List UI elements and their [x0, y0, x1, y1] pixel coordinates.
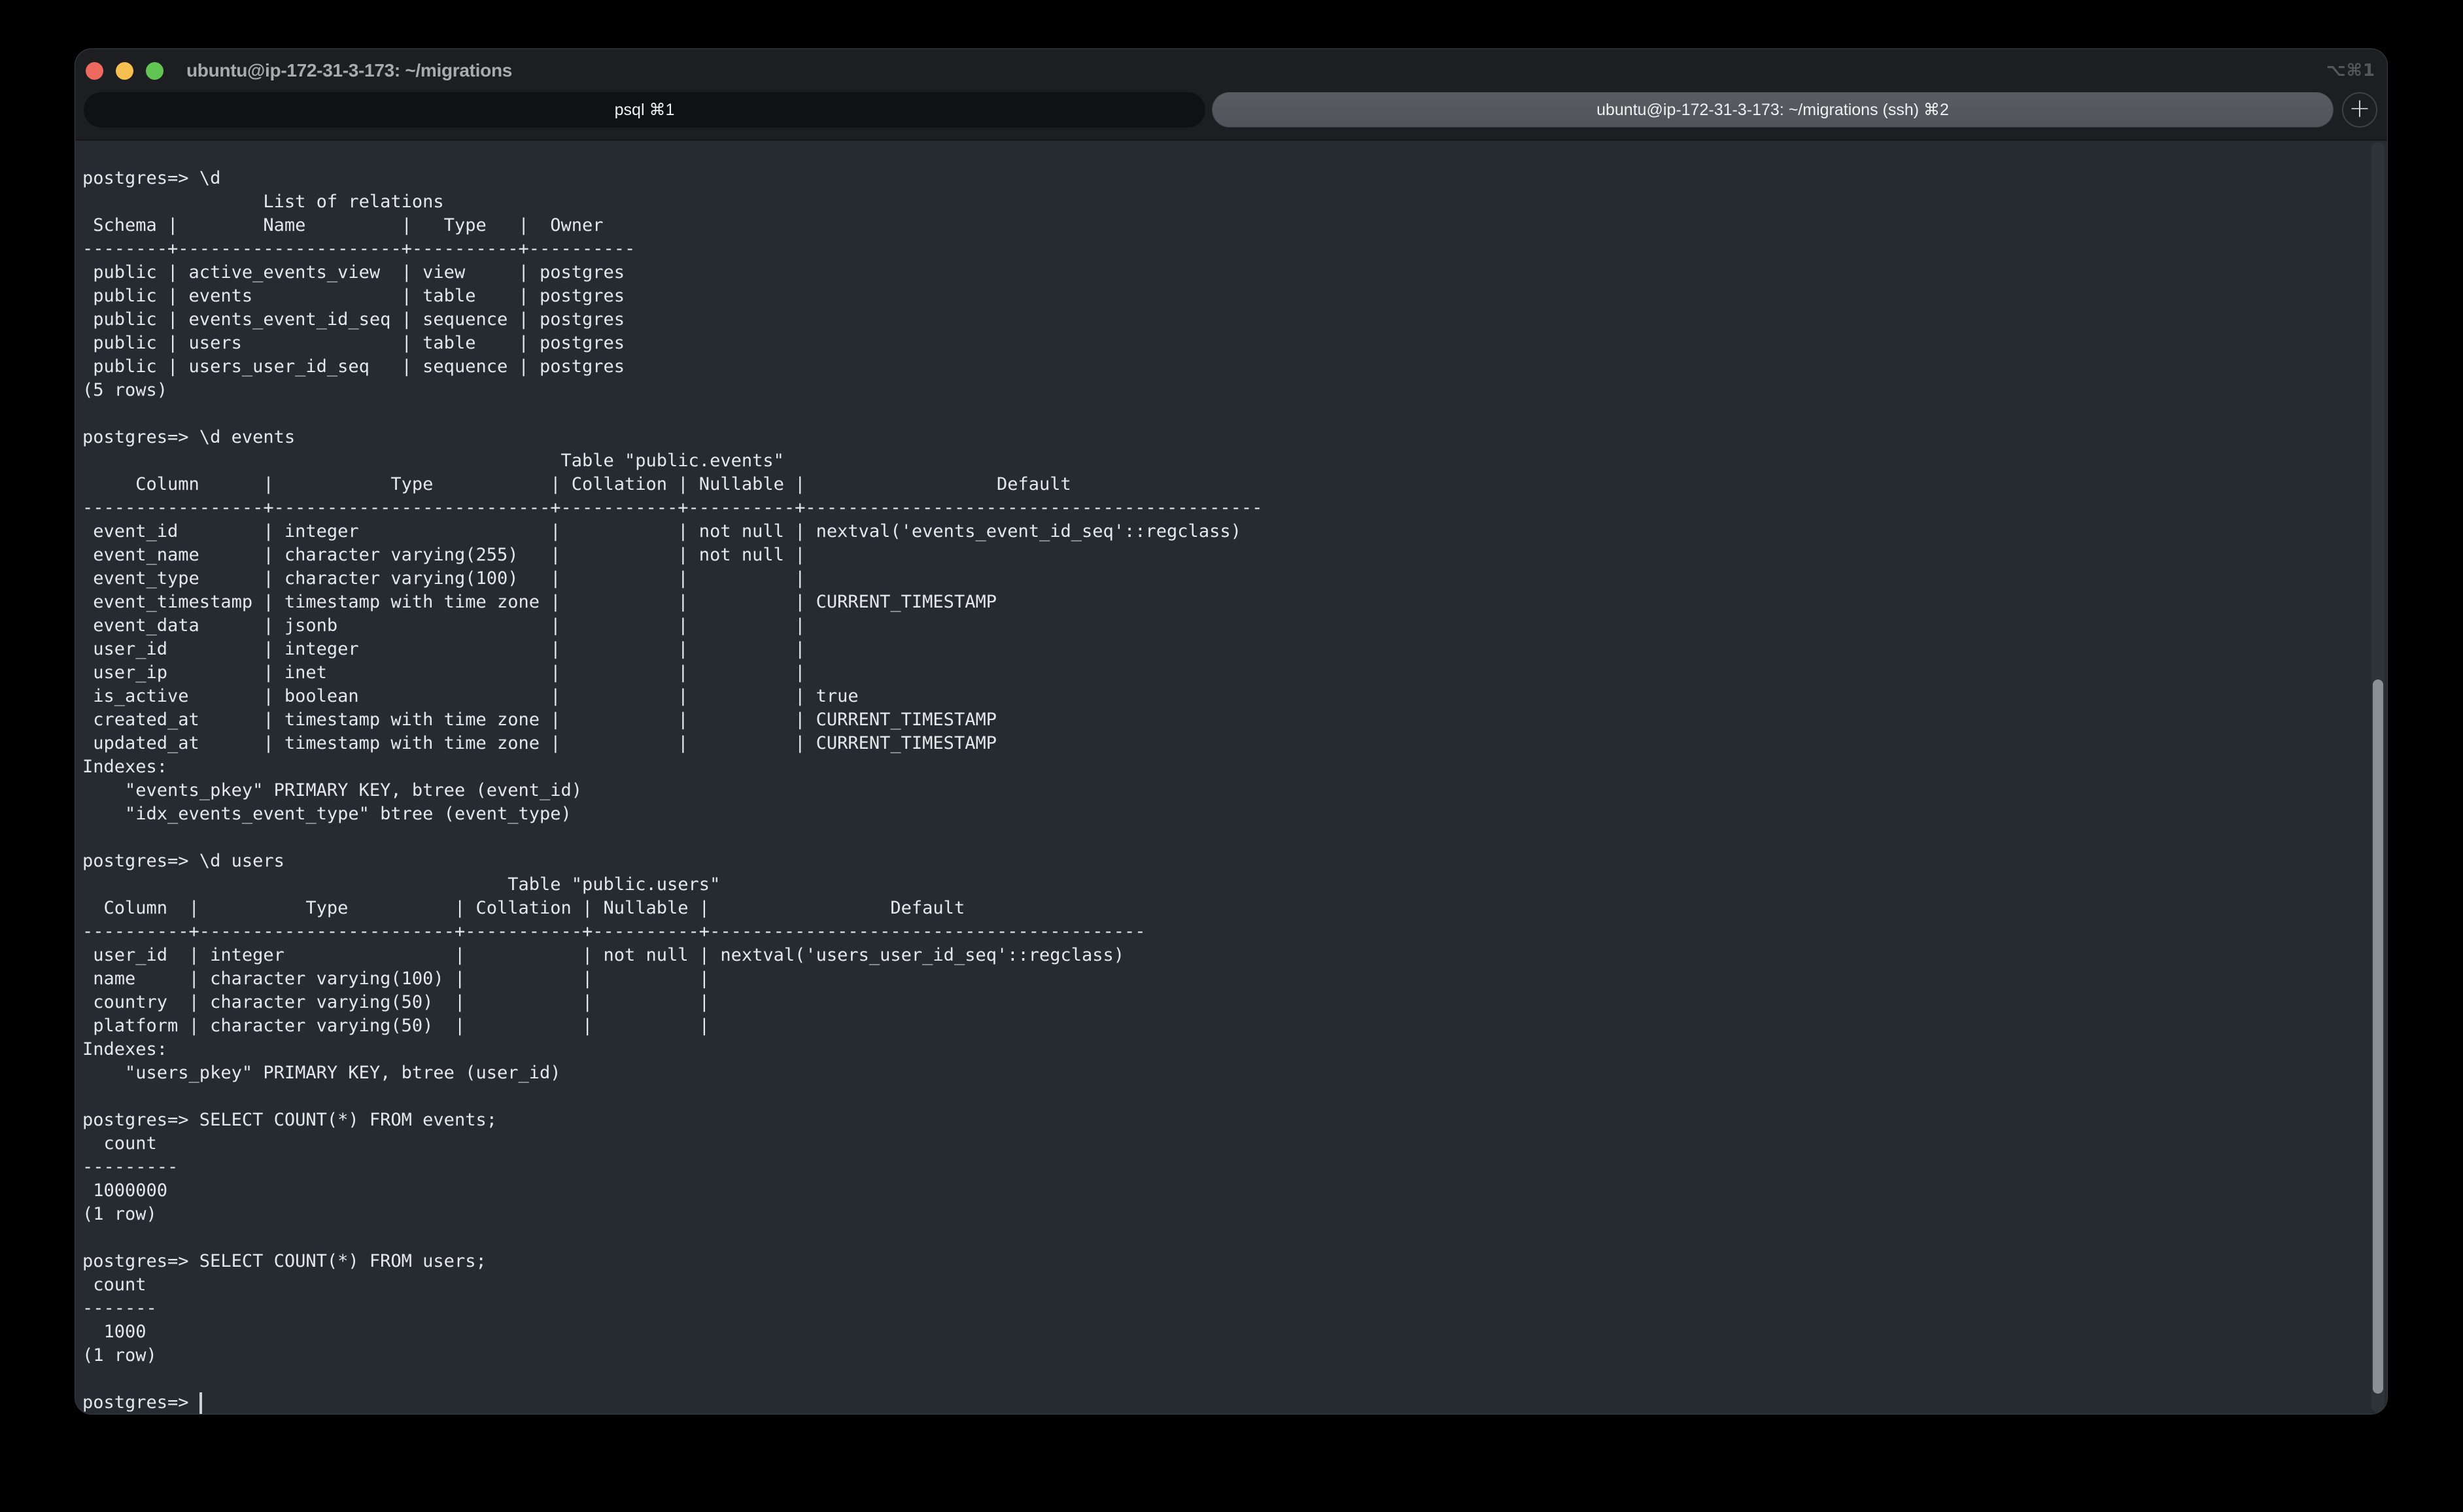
keyboard-shortcut-hint: ⌥⌘1	[2326, 61, 2387, 80]
tab-psql[interactable]: psql ⌘1	[84, 92, 1205, 128]
terminal-window: ubuntu@ip-172-31-3-173: ~/migrations ⌥⌘1…	[75, 48, 2388, 1415]
scrollbar-thumb[interactable]	[2373, 679, 2383, 1394]
text-cursor[interactable]	[199, 1392, 202, 1414]
shell-prompt: postgres=>	[82, 1391, 199, 1415]
tab-bar: psql ⌘1 ubuntu@ip-172-31-3-173: ~/migrat…	[75, 92, 2387, 139]
terminal-output: postgres=> \d List of relations Schema |…	[75, 141, 2387, 1391]
plus-icon: +	[2349, 95, 2371, 122]
tab-psql-label: psql ⌘1	[615, 100, 675, 120]
fullscreen-button[interactable]	[146, 62, 164, 80]
tab-ssh-migrations-label: ubuntu@ip-172-31-3-173: ~/migrations (ss…	[1596, 100, 1949, 120]
prompt-line: postgres=>	[75, 1391, 2387, 1415]
scrollbar-track[interactable]	[2371, 142, 2385, 1413]
window-title: ubuntu@ip-172-31-3-173: ~/migrations	[186, 60, 512, 81]
new-tab-button[interactable]: +	[2342, 92, 2377, 128]
close-button[interactable]	[86, 62, 103, 80]
tab-ssh-migrations[interactable]: ubuntu@ip-172-31-3-173: ~/migrations (ss…	[1212, 92, 2334, 128]
terminal-content-area[interactable]: postgres=> \d List of relations Schema |…	[75, 139, 2387, 1415]
traffic-lights	[75, 62, 164, 80]
titlebar[interactable]: ubuntu@ip-172-31-3-173: ~/migrations ⌥⌘1	[75, 49, 2387, 92]
minimize-button[interactable]	[116, 62, 133, 80]
